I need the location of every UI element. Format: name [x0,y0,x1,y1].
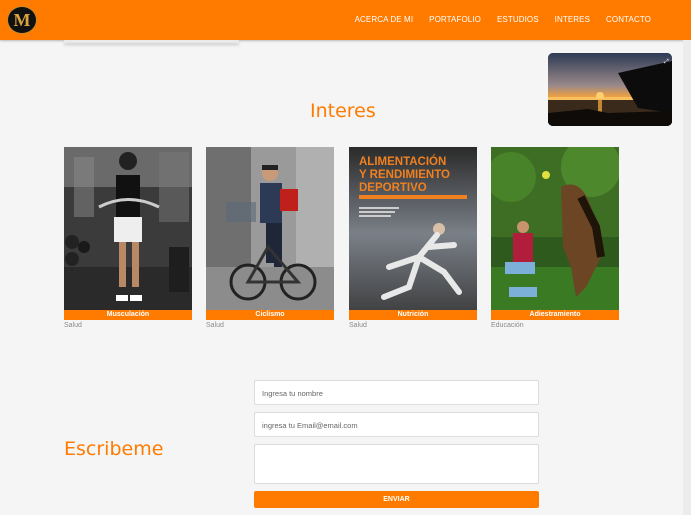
name-input[interactable]: Ingresa tu nombre [254,380,539,405]
card-nutricion[interactable]: ALIMENTACIÓN Y RENDIMIENTO DEPORTIVO Nut… [349,147,477,329]
nutrition-book-cover: ALIMENTACIÓN Y RENDIMIENTO DEPORTIVO Nut… [349,147,477,320]
card-label-musculacion: Musculación [64,310,192,320]
card-ciclismo[interactable]: Ciclismo Salud [206,147,334,329]
main-nav: ACERCA DE MI PORTAFOLIO ESTUDIOS INTERES… [339,15,651,24]
message-textarea[interactable] [254,444,539,484]
card-category: Salud [206,322,224,329]
svg-text:ALIMENTACIÓN: ALIMENTACIÓN [359,155,446,168]
sunset-video-thumbnail[interactable]: ⤢ [548,53,672,126]
gym-photo: Musculación [64,147,192,320]
nav-contacto[interactable]: CONTACTO [606,15,651,24]
card-label-ciclismo: Ciclismo [206,310,334,320]
logo[interactable]: M [7,6,37,34]
top-navbar: M ACERCA DE MI PORTAFOLIO ESTUDIOS INTER… [0,0,691,40]
card-adiestramiento[interactable]: Adiestramiento Educación [491,147,619,329]
card-label-nutricion: Nutrición [349,310,477,320]
dropdown-shadow [64,40,239,43]
nav-estudios[interactable]: ESTUDIOS [497,15,539,24]
card-category: Salud [349,322,367,329]
email-input[interactable]: ingresa tu Email@email.com [254,412,539,437]
escribeme-title: Escribeme [64,437,164,460]
interes-title: Interes [310,99,376,122]
card-label-adiestramiento: Adiestramiento [491,310,619,320]
cyclist-photo: Ciclismo [206,147,334,320]
card-category: Educación [491,322,524,329]
svg-text:⤢: ⤢ [664,58,669,65]
card-musculacion[interactable]: Musculación Salud [64,147,192,329]
svg-text:DEPORTIVO: DEPORTIVO [359,182,427,194]
nav-interes[interactable]: INTERES [555,15,590,24]
send-button[interactable]: ENVIAR [254,491,539,508]
nav-portafolio[interactable]: PORTAFOLIO [429,15,481,24]
nav-acerca-de-mi[interactable]: ACERCA DE MI [355,15,414,24]
dog-training-photo: Adiestramiento [491,147,619,320]
page-scroll-edge[interactable] [683,40,691,515]
svg-text:Y RENDIMIENTO: Y RENDIMIENTO [359,169,450,181]
card-category: Salud [64,322,82,329]
